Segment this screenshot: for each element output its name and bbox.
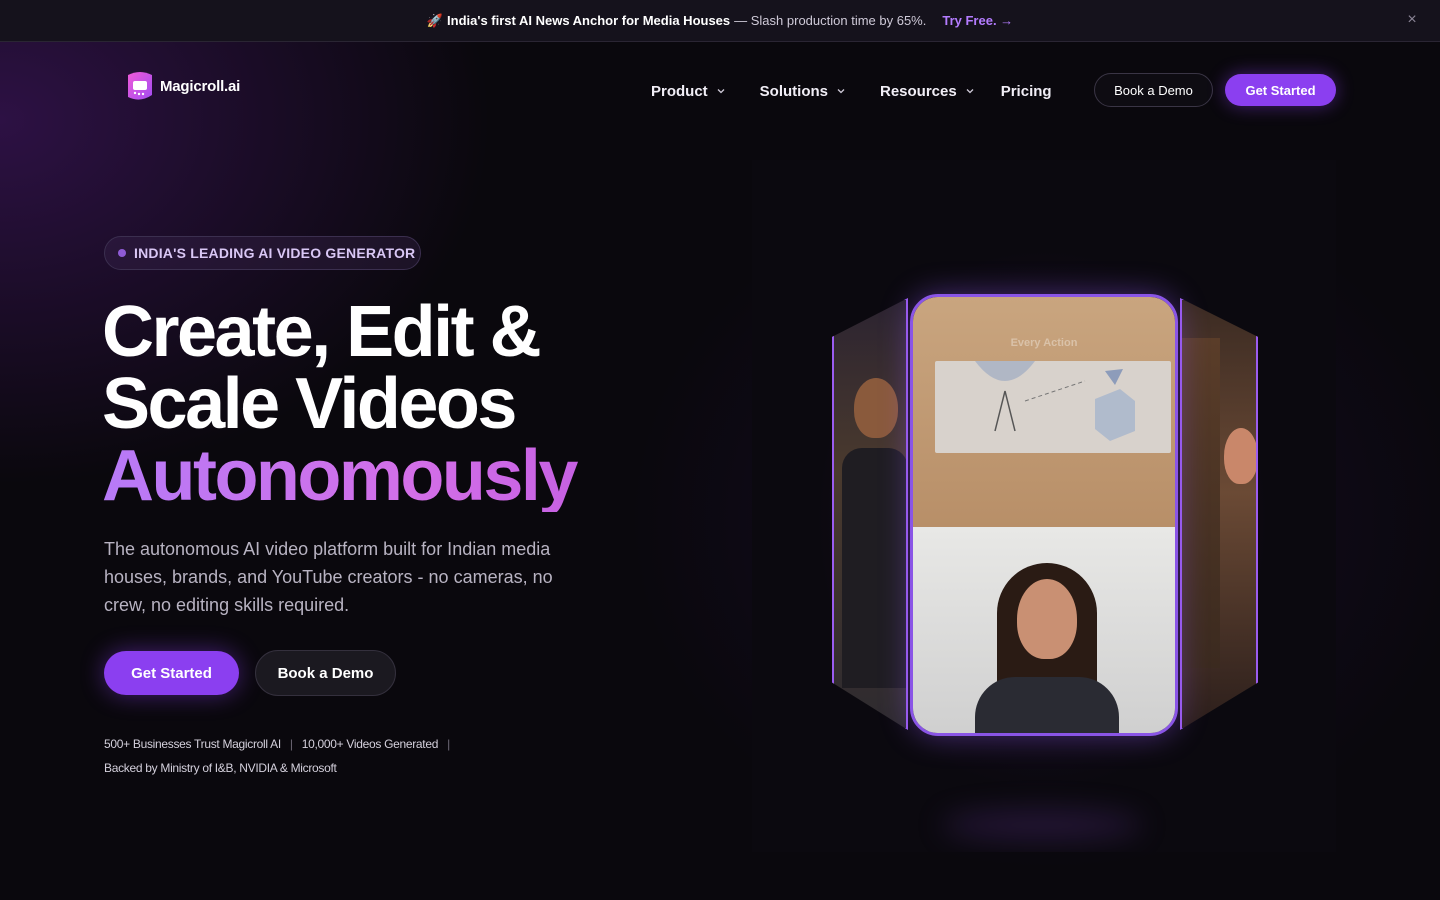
- hero-book-demo-button[interactable]: Book a Demo: [255, 650, 396, 696]
- whiteboard-image: [935, 361, 1171, 453]
- logo-text: Magicroll.ai: [160, 77, 241, 95]
- divider: |: [289, 737, 293, 751]
- announcement-highlight: India's first AI News Anchor for Media H…: [447, 13, 731, 28]
- headline-accent: Autonomously: [102, 440, 662, 512]
- chevron-down-icon: [717, 89, 725, 94]
- announcement-text: — Slash production time by 65%.: [734, 13, 927, 28]
- chevron-down-icon: [966, 89, 974, 94]
- nav-item-label: Resources: [880, 82, 957, 100]
- headline-line-2: Scale Videos: [102, 364, 517, 444]
- backed-by: Backed by Ministry of I&B, NVIDIA & Micr…: [104, 761, 337, 775]
- hero-subtext: The autonomous AI video platform built f…: [104, 539, 553, 615]
- get-started-button[interactable]: Get Started: [1225, 74, 1336, 106]
- video-card-center[interactable]: Every Action: [910, 294, 1178, 736]
- stat-videos: 10,000+ Videos Generated: [301, 737, 439, 751]
- nav-item-label: Pricing: [1000, 82, 1052, 100]
- nav-item-resources[interactable]: Resources: [880, 83, 975, 100]
- close-icon[interactable]: ×: [1404, 12, 1420, 28]
- card-frame: [832, 298, 908, 730]
- announcement-bar: 🚀 India's first AI News Anchor for Media…: [0, 0, 1440, 42]
- hero-video-carousel: Every Action: [752, 160, 1336, 852]
- logo-icon: [128, 72, 152, 100]
- nav-item-solutions[interactable]: Solutions: [760, 83, 846, 100]
- logo[interactable]: Magicroll.ai: [124, 68, 240, 104]
- nav-item-label: Solutions: [759, 82, 828, 100]
- presenter-body: [975, 677, 1119, 733]
- whiteboard-scene: Every Action: [913, 297, 1175, 527]
- badge-label: INDIA'S LEADING AI VIDEO GENERATOR: [134, 245, 416, 261]
- trust-stats: 500+ Businesses Trust Magicroll AI | 10,…: [104, 735, 524, 777]
- presenter-image: [1017, 579, 1077, 659]
- nav-item-product[interactable]: Product: [651, 83, 726, 100]
- hero-badge: INDIA'S LEADING AI VIDEO GENERATOR: [104, 236, 421, 270]
- badge-dot-icon: [118, 249, 126, 257]
- rocket-icon: 🚀: [426, 12, 444, 28]
- card-frame: [1180, 298, 1258, 730]
- video-card-right[interactable]: [1180, 298, 1258, 730]
- office-scene: [913, 527, 1175, 733]
- video-card-left[interactable]: [832, 298, 908, 730]
- main-nav: Product Solutions Resources Pricing: [651, 78, 1052, 104]
- hero-get-started-button[interactable]: Get Started: [104, 651, 239, 695]
- nav-item-pricing[interactable]: Pricing: [1001, 83, 1052, 100]
- divider: |: [447, 737, 450, 751]
- nav-item-label: Product: [651, 82, 708, 100]
- video-caption: Every Action: [1010, 337, 1078, 349]
- headline-line-1: Create, Edit &: [102, 292, 542, 372]
- chevron-down-icon: [837, 89, 845, 94]
- stat-businesses: 500+ Businesses Trust Magicroll AI: [104, 737, 281, 751]
- book-demo-button[interactable]: Book a Demo: [1094, 73, 1213, 107]
- try-free-link[interactable]: Try Free. →: [942, 13, 1013, 28]
- hero-headline: Create, Edit & Scale Videos Autonomously: [102, 296, 662, 512]
- floor-glow: [942, 810, 1142, 840]
- sketch-image: [975, 361, 1135, 441]
